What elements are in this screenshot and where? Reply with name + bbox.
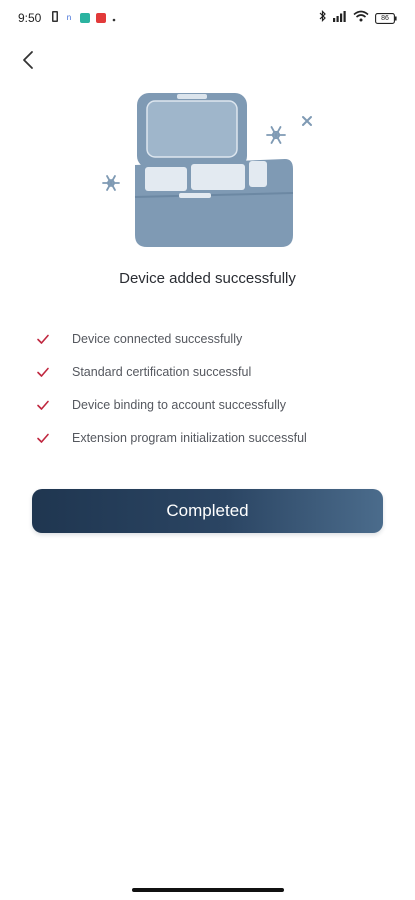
- app-notification-icon: n: [64, 13, 74, 23]
- status-time: 9:50: [18, 11, 42, 25]
- status-item-label: Extension program initialization success…: [72, 430, 307, 445]
- home-indicator[interactable]: [132, 888, 284, 892]
- wifi-icon: [353, 9, 369, 27]
- sparkle-icon: [302, 116, 312, 126]
- app-notification-icon: [80, 13, 90, 23]
- status-list: Device connected successfully Standard c…: [36, 322, 396, 454]
- status-bar: 9:50 n 86: [0, 0, 415, 36]
- system-icons: 86: [319, 10, 397, 26]
- bluetooth-icon: [319, 9, 327, 27]
- more-dot-icon: [112, 9, 116, 27]
- status-item-label: Device binding to account successfully: [72, 397, 287, 412]
- sim-icon: [52, 9, 58, 27]
- battery-icon: 86: [375, 12, 397, 24]
- completed-button[interactable]: Completed: [32, 489, 383, 533]
- list-item: Device connected successfully: [36, 322, 396, 355]
- cooler-box-illustration: [95, 85, 320, 255]
- status-item-label: Device connected successfully: [72, 331, 243, 346]
- signal-icon: [333, 9, 347, 27]
- page-title: Device added successfully: [119, 270, 296, 287]
- snowflake-icon: [102, 175, 120, 191]
- snowflake-icon: [266, 126, 286, 144]
- notification-icons: n: [52, 9, 116, 27]
- check-icon: [36, 398, 50, 412]
- check-icon: [36, 365, 50, 379]
- check-icon: [36, 332, 50, 346]
- list-item: Standard certification successful: [36, 355, 396, 388]
- list-item: Extension program initialization success…: [36, 421, 396, 454]
- battery-level: 86: [381, 14, 389, 22]
- list-item: Device binding to account successfully: [36, 388, 396, 421]
- app-notification-icon: [96, 13, 106, 23]
- check-icon: [36, 431, 50, 445]
- status-item-label: Standard certification successful: [72, 364, 252, 379]
- back-button[interactable]: [12, 46, 44, 78]
- chevron-left-icon: [22, 50, 34, 75]
